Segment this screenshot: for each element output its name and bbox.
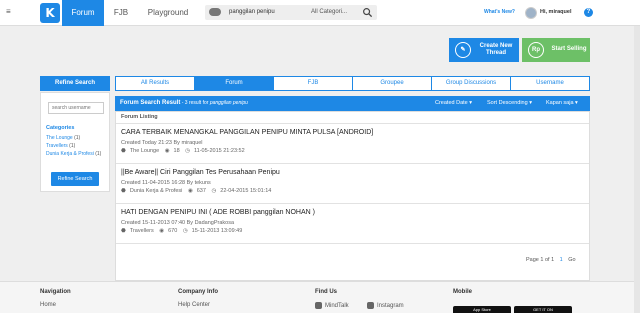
search-tabs: All Results Forum FJB Groupee Group Disc… (115, 76, 590, 91)
instagram-icon (367, 302, 374, 309)
thread-last-post: 15-11-2013 13:09:49 (191, 228, 243, 234)
search-icon[interactable] (362, 7, 373, 18)
thread-created: Created Today 21:23 By miraquel (121, 140, 203, 146)
start-selling-button[interactable]: Rp Start Selling (522, 38, 590, 62)
thread-views: 18 (173, 148, 180, 154)
refine-search-panel: Categories The Lounge (1) Travellers (1)… (40, 92, 110, 192)
eye-icon: ◉ (159, 228, 165, 234)
page-label: Page 1 of 1 (526, 257, 555, 263)
footer-navigation-title: Navigation (40, 289, 71, 295)
thread-meta: ⬣ Dunia Kerja & Profesi ◉ 637 ◷ 22-04-2015 … (121, 188, 275, 194)
thread-item: HATI DENGAN PENIPU INI ( ADE ROBBI pangg… (116, 204, 589, 244)
page-scrollbar[interactable] (634, 26, 640, 313)
tab-username[interactable]: Username (511, 76, 590, 91)
tab-group-discussions[interactable]: Group Discussions (432, 76, 511, 91)
hamburger-menu-icon[interactable]: ≡ (6, 8, 14, 16)
category-item[interactable]: Dunia Kerja & Profesi (1) (46, 151, 101, 157)
footer-company-title: Company Info (178, 289, 218, 295)
pagination: Page 1 of 1 1 Go (526, 257, 576, 263)
thread-title-link[interactable]: ||Be Aware|| Ciri Panggilan Tes Perusaha… (121, 169, 280, 176)
forum-listing: Forum Listing CARA TERBAIK MENANGKAL PAN… (115, 111, 590, 281)
thread-meta: ⬣ Travellers ◉ 670 ◷ 15-11-2013 13:09:49 (121, 228, 246, 234)
thread-last-post: 11-05-2015 21:23:52 (193, 148, 245, 154)
tag-icon: ⬣ (121, 148, 126, 154)
page-number-link[interactable]: 1 (560, 257, 563, 263)
eye-icon: ◉ (164, 148, 170, 154)
clock-icon: ◷ (211, 188, 217, 194)
footer-mindtalk-link[interactable]: MindTalk (315, 302, 349, 309)
category-item[interactable]: Travellers (1) (46, 143, 75, 149)
search-input[interactable] (229, 7, 309, 18)
thread-item: ||Be Aware|| Ciri Panggilan Tes Perusaha… (116, 164, 589, 204)
nav-playground[interactable]: Playground (146, 0, 190, 26)
footer-home-link[interactable]: Home (40, 302, 56, 308)
footer-find-us-title: Find Us (315, 289, 337, 295)
top-bar: ≡ K Forum FJB Playground All Categori...… (0, 0, 640, 26)
result-title: Forum Search Result - 3 result for pangg… (120, 100, 248, 106)
start-selling-label: Start Selling (551, 46, 587, 52)
eye-icon: ◉ (187, 188, 193, 194)
avatar[interactable] (525, 7, 537, 19)
username-search-input[interactable] (48, 102, 104, 114)
thread-title-link[interactable]: CARA TERBAIK MENANGKAL PANGGILAN PENIPU … (121, 129, 373, 136)
sort-date-select[interactable]: Created Date ▾ (435, 100, 472, 106)
nav-fjb[interactable]: FJB (110, 0, 132, 26)
rupiah-icon: Rp (528, 42, 544, 58)
tab-groupee[interactable]: Groupee (353, 76, 432, 91)
footer-mobile-title: Mobile (453, 289, 472, 295)
categories-title: Categories (46, 125, 75, 131)
kaskus-logo[interactable]: K (40, 3, 60, 23)
create-thread-button[interactable]: ✎ Create New Thread (449, 38, 519, 62)
footer-instagram-link[interactable]: Instagram (367, 302, 404, 309)
tag-icon: ⬣ (121, 228, 126, 234)
tab-fjb[interactable]: FJB (274, 76, 353, 91)
clock-icon: ◷ (185, 148, 190, 154)
thread-title-link[interactable]: HATI DENGAN PENIPU INI ( ADE ROBBI pangg… (121, 209, 315, 216)
go-button[interactable]: Go (568, 257, 575, 263)
nav-forum[interactable]: Forum (62, 0, 104, 26)
user-greeting[interactable]: Hi, miraquel (540, 9, 571, 15)
search-bar: All Categori... (205, 5, 377, 20)
thread-meta: ⬣ The Lounge ◉ 18 ◷ 11-05-2015 21:23:52 (121, 148, 249, 154)
whats-new-link[interactable]: What's New? (484, 9, 515, 15)
listing-label: Forum Listing (121, 114, 158, 120)
tab-all-results[interactable]: All Results (115, 76, 195, 91)
help-icon[interactable]: ? (584, 8, 593, 17)
footer: Navigation Home Company Info Help Center… (0, 281, 640, 313)
app-store-badge[interactable]: App Store (453, 306, 511, 313)
thread-category-link[interactable]: The Lounge (130, 148, 159, 154)
clock-icon: ◷ (182, 228, 188, 234)
result-header: Forum Search Result - 3 result for pangg… (115, 96, 590, 111)
thread-created: Created 11-04-2015 16:28 By tekuns (121, 180, 211, 186)
refine-search-button[interactable]: Refine Search (51, 172, 99, 186)
mindtalk-icon (315, 302, 322, 309)
thread-last-post: 22-04-2015 15:01:14 (220, 188, 272, 194)
pencil-icon: ✎ (455, 42, 471, 58)
tag-icon: ⬣ (121, 188, 126, 194)
create-thread-label: Create New Thread (479, 43, 513, 56)
refine-search-header: Refine Search (40, 76, 110, 91)
thread-views: 670 (168, 228, 178, 234)
time-filter-select[interactable]: Kapan saja ▾ (546, 100, 578, 106)
thread-category-link[interactable]: Travellers (130, 228, 154, 234)
footer-help-center-link[interactable]: Help Center (178, 302, 210, 308)
thread-category-link[interactable]: Dunia Kerja & Profesi (130, 188, 183, 194)
category-item[interactable]: The Lounge (1) (46, 135, 80, 141)
thread-created: Created 15-11-2013 07:40 By DadangPrakos… (121, 220, 235, 226)
search-category-select[interactable]: All Categori... (311, 7, 359, 18)
thread-item: CARA TERBAIK MENANGKAL PANGGILAN PENIPU … (116, 124, 589, 164)
sort-order-select[interactable]: Sort Descending ▾ (487, 100, 532, 106)
thread-views: 637 (196, 188, 206, 194)
tab-forum[interactable]: Forum (195, 76, 274, 91)
cloud-icon (209, 8, 221, 16)
google-play-badge[interactable]: GET IT ON (514, 306, 572, 313)
